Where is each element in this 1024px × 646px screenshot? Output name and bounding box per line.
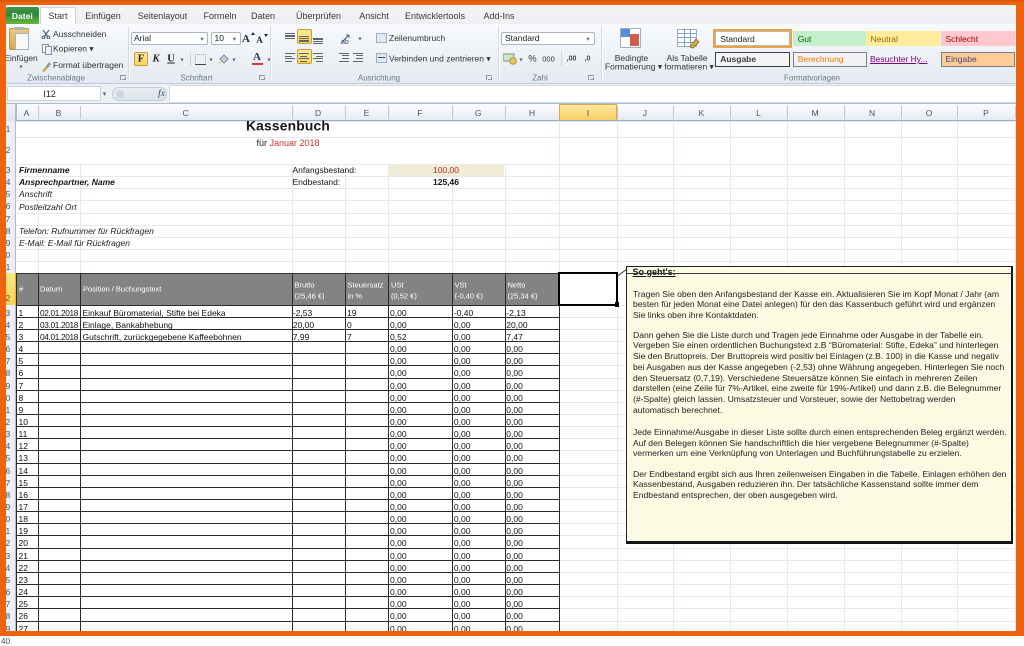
svg-text:ab: ab — [341, 39, 349, 45]
